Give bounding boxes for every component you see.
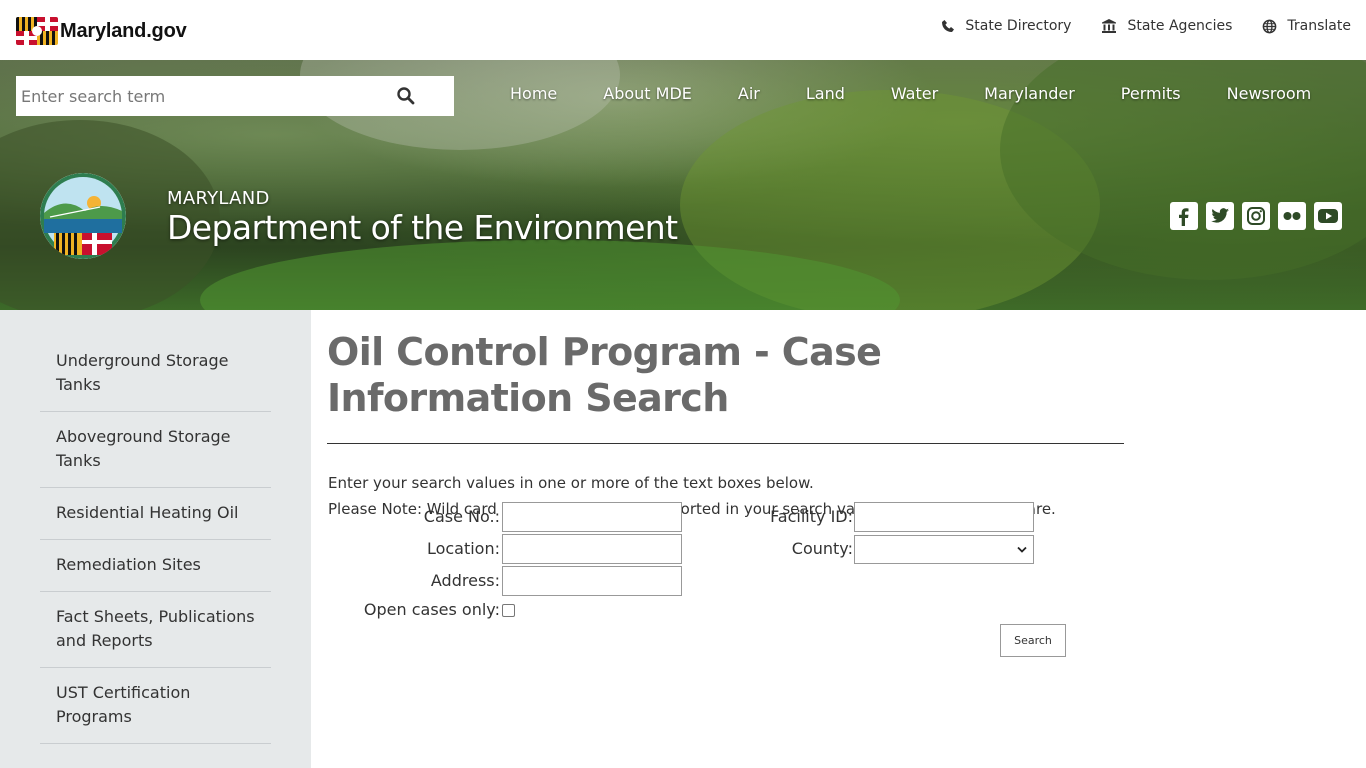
case-no-field[interactable] [502,502,682,532]
flickr-icon[interactable] [1278,202,1306,230]
maryland-gov-wordmark: Maryland.gov [60,19,187,42]
nav-home[interactable]: Home [510,84,557,103]
state-directory-label: State Directory [965,18,1072,34]
facility-id-field[interactable] [854,502,1034,532]
title-divider [327,443,1124,444]
chevron-down-icon [1017,546,1027,553]
search-input[interactable] [16,77,396,115]
maryland-gov-logo[interactable]: Maryland.gov [16,16,187,46]
nav-about-mde[interactable]: About MDE [603,84,692,103]
nav-permits[interactable]: Permits [1121,84,1181,103]
sidebar-item-fact-sheets[interactable]: Fact Sheets, Publications and Reports [40,592,271,668]
nav-marylander[interactable]: Marylander [984,84,1075,103]
county-label: County: [791,539,853,558]
sidebar-item-aboveground-storage-tanks[interactable]: Aboveground Storage Tanks [40,412,271,488]
sidebar: Underground Storage Tanks Aboveground St… [0,310,311,768]
utility-bar: Maryland.gov State Directory State Agenc… [0,0,1366,60]
nav-air[interactable]: Air [738,84,760,103]
sidebar-nav: Underground Storage Tanks Aboveground St… [40,336,271,744]
search-icon[interactable] [396,86,416,106]
main-navigation: Home About MDE Air Land Water Marylander… [487,84,1334,103]
sidebar-item-underground-storage-tanks[interactable]: Underground Storage Tanks [40,336,271,412]
facebook-icon[interactable] [1170,202,1198,230]
case-no-label: Case No.: [423,507,500,526]
nav-land[interactable]: Land [806,84,845,103]
mde-seal-logo[interactable] [40,173,126,259]
agency-title-line1: MARYLAND [167,188,270,209]
address-field[interactable] [502,566,682,596]
main-content: Oil Control Program - Case Information S… [327,310,1127,522]
utility-links: State Directory State Agencies Translate [911,18,1351,34]
location-field[interactable] [502,534,682,564]
instagram-icon[interactable] [1242,202,1270,230]
agency-title[interactable]: MARYLAND Department of the Environment [167,188,678,247]
open-cases-label: Open cases only: [363,600,500,619]
youtube-icon[interactable] [1314,202,1342,230]
state-agencies-label: State Agencies [1127,18,1233,34]
address-label: Address: [430,571,500,590]
location-label: Location: [426,539,500,558]
state-agencies-link[interactable]: State Agencies [1101,18,1232,34]
social-links [1162,202,1342,230]
translate-link[interactable]: Translate [1262,18,1351,34]
site-search [16,76,454,116]
state-directory-link[interactable]: State Directory [941,18,1071,34]
building-icon [1102,19,1117,33]
county-select[interactable] [854,535,1034,564]
phone-icon [942,20,955,32]
translate-label: Translate [1287,18,1351,34]
hero-banner: Home About MDE Air Land Water Marylander… [0,60,1366,310]
globe-icon [1263,19,1277,33]
sidebar-item-ust-certification[interactable]: UST Certification Programs [40,668,271,744]
maryland-flag-icon [16,17,58,45]
sidebar-item-residential-heating-oil[interactable]: Residential Heating Oil [40,488,271,540]
page-title: Oil Control Program - Case Information S… [327,330,882,420]
open-cases-checkbox[interactable] [502,604,515,617]
sidebar-item-remediation-sites[interactable]: Remediation Sites [40,540,271,592]
intro-line-1: Enter your search values in one or more … [328,474,814,492]
nav-water[interactable]: Water [891,84,938,103]
twitter-icon[interactable] [1206,202,1234,230]
agency-title-line2: Department of the Environment [167,208,678,247]
search-button[interactable]: Search [1000,624,1066,657]
facility-id-label: Facility ID: [770,507,853,526]
nav-newsroom[interactable]: Newsroom [1227,84,1312,103]
